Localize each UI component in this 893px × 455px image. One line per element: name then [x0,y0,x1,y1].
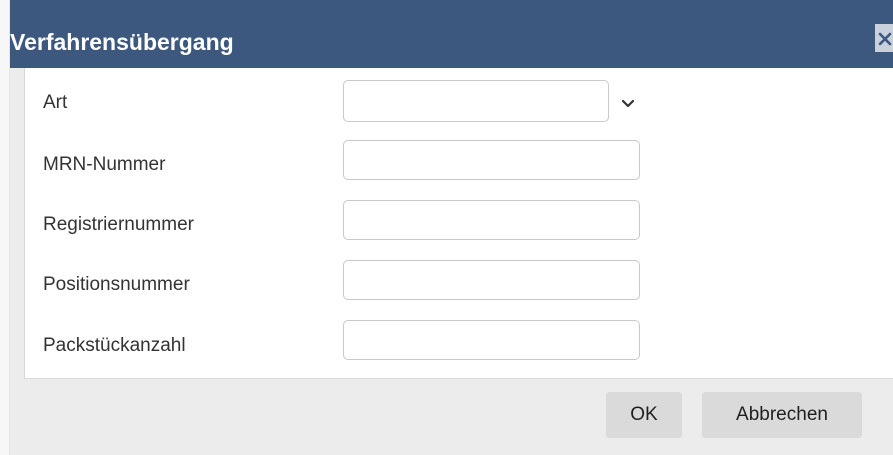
dialog-footer: OK Abbrechen [10,379,893,455]
art-label: Art [43,92,68,113]
close-button[interactable] [875,24,893,52]
background-page-edge [0,0,10,455]
registriernummer-input[interactable] [343,200,640,240]
chevron-down-icon[interactable] [621,96,635,108]
dialog-content: Art MRN-Nummer Registriernummer Position… [24,68,893,379]
registriernummer-label: Registriernummer [43,214,194,235]
art-select[interactable] [343,80,609,122]
ok-button[interactable]: OK [606,392,682,438]
positionsnummer-label: Positionsnummer [43,274,190,295]
mrn-nummer-input[interactable] [343,140,640,180]
positionsnummer-input[interactable] [343,260,640,300]
packstueckanzahl-label: Packstückanzahl [43,335,186,356]
dialog-titlebar: Verfahrensübergang [10,0,893,68]
verfahrensuebergang-dialog: Verfahrensübergang Art MRN-Nummer Regist… [10,0,893,455]
dialog-title: Verfahrensübergang [10,29,234,55]
packstueckanzahl-input[interactable] [343,320,640,360]
mrn-nummer-label: MRN-Nummer [43,154,166,175]
cancel-button[interactable]: Abbrechen [702,392,862,438]
